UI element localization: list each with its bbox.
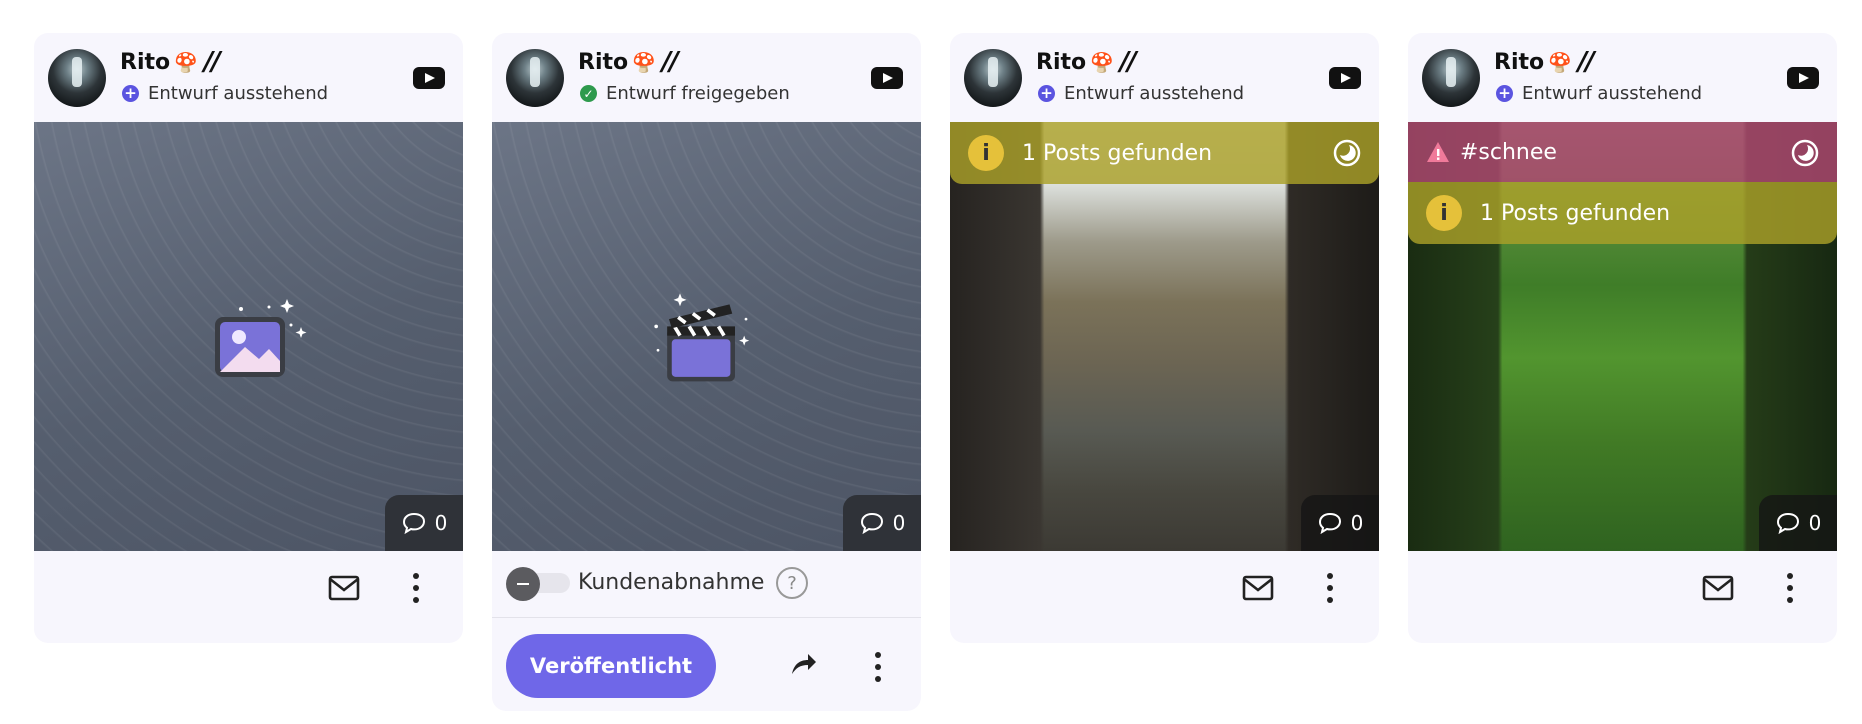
comment-icon xyxy=(1318,512,1341,535)
comment-icon xyxy=(402,512,425,535)
comments-button[interactable]: 0 xyxy=(1301,495,1379,551)
youtube-icon xyxy=(1329,67,1361,89)
plus-circle-icon: + xyxy=(1038,85,1055,102)
card-header: Rito 🍄 // + Entwurf ausstehend xyxy=(1408,33,1837,122)
post-grid: Rito 🍄 // + Entwurf ausstehend 0 Rito 🍄 … xyxy=(0,0,1862,724)
post-card[interactable]: Rito 🍄 // + Entwurf ausstehend 0 xyxy=(34,33,463,643)
name-suffix: // xyxy=(1119,47,1137,77)
comment-count: 0 xyxy=(1808,511,1822,535)
check-circle-icon: ✓ xyxy=(580,85,597,102)
status-badge: ✓ Entwurf freigegeben xyxy=(580,83,790,104)
card-footer xyxy=(34,551,463,643)
comments-button[interactable]: 0 xyxy=(385,495,463,551)
account-name: Rito 🍄 // xyxy=(1494,47,1595,77)
account-name-text: Rito xyxy=(1036,49,1087,75)
mail-icon[interactable] xyxy=(1702,575,1734,601)
comments-button[interactable]: 0 xyxy=(843,495,921,551)
avatar xyxy=(964,49,1022,107)
name-suffix: // xyxy=(661,47,679,77)
mail-icon[interactable] xyxy=(1242,575,1274,601)
share-icon[interactable] xyxy=(788,650,818,678)
media-preview[interactable]: i 1 Posts gefunden 0 xyxy=(950,122,1379,551)
warning-tag-banner: #schnee xyxy=(1408,122,1837,182)
posts-found-banner: i 1 Posts gefunden xyxy=(1408,182,1837,244)
youtube-icon xyxy=(413,67,445,89)
more-options-icon[interactable] xyxy=(874,652,882,682)
youtube-icon xyxy=(1787,67,1819,89)
account-name: Rito 🍄 // xyxy=(1036,47,1137,77)
mail-icon[interactable] xyxy=(328,575,360,601)
warning-tag-text: #schnee xyxy=(1460,139,1557,165)
card-footer xyxy=(1408,551,1837,643)
plus-circle-icon: + xyxy=(122,85,139,102)
more-options-icon[interactable] xyxy=(1786,573,1794,603)
media-preview[interactable]: 0 xyxy=(34,122,463,551)
account-name-text: Rito xyxy=(120,49,171,75)
comments-button[interactable]: 0 xyxy=(1759,495,1837,551)
mushroom-emoji: 🍄 xyxy=(632,51,656,74)
card-footer xyxy=(950,551,1379,643)
banner-text: 1 Posts gefunden xyxy=(1022,140,1213,166)
avatar xyxy=(506,49,564,107)
banner-text: 1 Posts gefunden xyxy=(1480,200,1671,226)
help-icon[interactable]: ? xyxy=(776,567,808,599)
youtube-icon xyxy=(871,67,903,89)
mushroom-emoji: 🍄 xyxy=(174,51,198,74)
info-icon: i xyxy=(968,135,1004,171)
avatar xyxy=(48,49,106,107)
status-text: Entwurf ausstehend xyxy=(1064,83,1245,104)
plus-circle-icon: + xyxy=(1496,85,1513,102)
more-options-icon[interactable] xyxy=(1326,573,1334,603)
warning-icon xyxy=(1427,142,1449,162)
approval-row: Kundenabnahme ? xyxy=(492,551,921,618)
info-icon: i xyxy=(1426,195,1462,231)
name-suffix: // xyxy=(1577,47,1595,77)
status-badge: + Entwurf ausstehend xyxy=(1038,83,1244,104)
card-header: Rito 🍄 // ✓ Entwurf freigegeben xyxy=(492,33,921,122)
card-actions: Veröffentlicht xyxy=(492,618,921,711)
media-preview[interactable]: #schnee i 1 Posts gefunden 0 xyxy=(1408,122,1837,551)
status-badge: + Entwurf ausstehend xyxy=(122,83,328,104)
status-badge: + Entwurf ausstehend xyxy=(1496,83,1702,104)
account-name: Rito 🍄 // xyxy=(578,47,679,77)
approval-label: Kundenabnahme xyxy=(578,570,765,595)
status-text: Entwurf ausstehend xyxy=(1522,83,1703,104)
card-header: Rito 🍄 // + Entwurf ausstehend xyxy=(950,33,1379,122)
media-preview[interactable]: 0 xyxy=(492,122,921,551)
card-header: Rito 🍄 // + Entwurf ausstehend xyxy=(34,33,463,122)
video-placeholder-icon xyxy=(654,293,750,382)
more-options-icon[interactable] xyxy=(412,573,420,603)
comment-icon xyxy=(860,512,883,535)
approval-toggle[interactable] xyxy=(506,567,572,601)
scheduled-moon-icon[interactable] xyxy=(1791,139,1819,167)
status-text: Entwurf ausstehend xyxy=(148,83,329,104)
post-card[interactable]: Rito 🍄 // ✓ Entwurf freigegeben 0 Kunden… xyxy=(492,33,921,711)
account-name-text: Rito xyxy=(578,49,629,75)
minus-icon xyxy=(506,567,540,601)
comment-count: 0 xyxy=(892,511,906,535)
comment-icon xyxy=(1776,512,1799,535)
account-name: Rito 🍄 // xyxy=(120,47,221,77)
name-suffix: // xyxy=(203,47,221,77)
mushroom-emoji: 🍄 xyxy=(1090,51,1114,74)
avatar xyxy=(1422,49,1480,107)
comment-count: 0 xyxy=(1350,511,1364,535)
comment-count: 0 xyxy=(434,511,448,535)
post-card[interactable]: Rito 🍄 // + Entwurf ausstehend #schnee i… xyxy=(1408,33,1837,643)
posts-found-banner: i 1 Posts gefunden xyxy=(950,122,1379,184)
publish-button[interactable]: Veröffentlicht xyxy=(506,634,716,698)
scheduled-moon-icon[interactable] xyxy=(1333,139,1361,167)
post-card[interactable]: Rito 🍄 // + Entwurf ausstehend i 1 Posts… xyxy=(950,33,1379,643)
mushroom-emoji: 🍄 xyxy=(1548,51,1572,74)
status-text: Entwurf freigegeben xyxy=(606,83,790,104)
image-placeholder-icon xyxy=(215,299,307,377)
account-name-text: Rito xyxy=(1494,49,1545,75)
